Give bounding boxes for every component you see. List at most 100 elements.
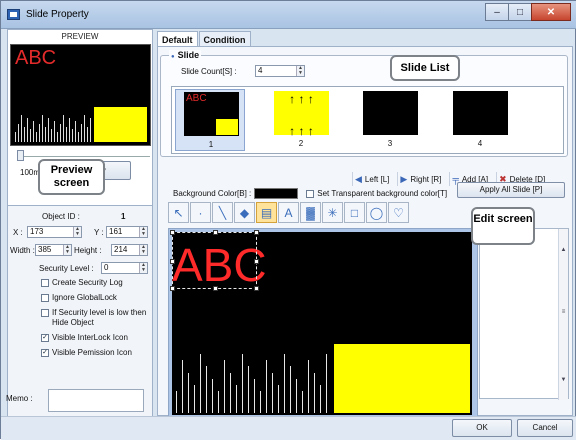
slide-thumb-3[interactable]: 3 (355, 89, 425, 151)
decorative-bar (290, 366, 291, 413)
resize-handle[interactable] (254, 230, 259, 235)
slide-thumb-1[interactable]: ABC 1 (175, 89, 245, 151)
canvas-yellow-rect[interactable] (334, 344, 470, 413)
maximize-button[interactable]: □ (508, 3, 532, 21)
object-properties-panel: Object ID : 1 X : 173 ▲ ▼ Y : 161 ▲ ▼ Width … (7, 205, 153, 417)
ellipse-tool-icon[interactable]: ◯ (366, 202, 387, 223)
arrow-icons-bottom: ↑ ↑ ↑ (289, 124, 314, 138)
security-level-input[interactable]: 0 ▲ ▼ (101, 262, 148, 274)
visible-interlock-label: Visible InterLock Icon (52, 333, 128, 342)
arrow-icons-top: ↑ ↑ ↑ (289, 92, 314, 106)
tab-default[interactable]: Default (157, 31, 198, 47)
visible-permission-option[interactable]: ✓ Visible Pemission Icon (41, 348, 132, 357)
ok-button[interactable]: OK (452, 419, 512, 437)
resize-handle[interactable] (213, 286, 218, 291)
memo-input[interactable] (48, 389, 144, 412)
decorative-bar (326, 354, 327, 413)
checkbox-visible-interlock[interactable]: ✓ (41, 334, 49, 342)
scroll-grip-icon[interactable]: ≡ (559, 309, 568, 315)
height-input[interactable]: 214 ▲ ▼ (111, 244, 148, 256)
decorative-bar (260, 391, 261, 413)
y-spin-arrows[interactable]: ▲ ▼ (139, 227, 147, 237)
decorative-bar (212, 379, 213, 413)
resize-handle[interactable] (254, 259, 259, 264)
move-left-button[interactable]: ◀ Left [L] (352, 172, 391, 186)
chart-tool-icon[interactable]: ▓ (300, 202, 321, 223)
decorative-bar (54, 121, 55, 142)
text-tool-icon[interactable]: A (278, 202, 299, 223)
checkbox-visible-permission[interactable]: ✓ (41, 349, 49, 357)
width-spin-arrows[interactable]: ▲ ▼ (63, 245, 71, 255)
pointer-tool-icon[interactable]: ↖ (168, 202, 189, 223)
dot-tool-icon[interactable]: · (190, 202, 211, 223)
hide-object-option[interactable]: If Security level is low then Hide Objec… (41, 308, 149, 328)
height-spin-arrows[interactable]: ▲ ▼ (139, 245, 147, 255)
decorative-bar (302, 391, 303, 413)
transparent-background-checkbox[interactable] (306, 190, 315, 198)
ignore-globallock-option[interactable]: Ignore GlobalLock (41, 293, 117, 302)
scroll-down-icon[interactable]: ▼ (559, 377, 568, 383)
checkbox-hide-object[interactable] (41, 309, 49, 317)
background-color-label: Background Color[B] : (173, 189, 252, 198)
create-security-log-option[interactable]: Create Security Log (41, 278, 123, 287)
decorative-bar (81, 124, 82, 142)
decorative-bar (87, 127, 88, 142)
selection-rectangle[interactable] (170, 230, 259, 291)
tab-condition[interactable]: Condition (198, 31, 251, 47)
decorative-bar (21, 115, 22, 142)
resize-handle[interactable] (254, 286, 259, 291)
title-bar: Slide Property – □ ✕ (1, 1, 576, 29)
hide-object-label: If Security level is low then Hide Objec… (52, 308, 147, 327)
edit-canvas-area: ABC (168, 228, 478, 418)
slide-list-callout-text: Slide List (400, 62, 450, 74)
close-button[interactable]: ✕ (531, 3, 571, 21)
slide-thumb-2[interactable]: ↑ ↑ ↑ ↑ ↑ ↑ 2 (266, 89, 336, 151)
decorative-bar (36, 132, 37, 142)
decorative-bar (188, 373, 189, 413)
x-input[interactable]: 173 ▲ ▼ (27, 226, 82, 238)
slide-thumb-4[interactable]: 4 (445, 89, 515, 151)
visible-interlock-option[interactable]: ✓ Visible InterLock Icon (41, 333, 128, 342)
security-level-value: 0 (104, 263, 109, 272)
cancel-button[interactable]: Cancel (517, 419, 573, 437)
resize-handle[interactable] (170, 286, 175, 291)
interval-slider-track[interactable] (20, 156, 150, 157)
minimize-button[interactable]: – (485, 3, 509, 21)
checkbox-ignore-globallock[interactable] (41, 294, 49, 302)
x-spin-arrows[interactable]: ▲ ▼ (73, 227, 81, 237)
interval-slider-thumb[interactable] (17, 150, 24, 161)
decorative-bar (218, 391, 219, 413)
scroll-up-icon[interactable]: ▲ (559, 247, 568, 253)
rectangle-tool-icon[interactable]: □ (344, 202, 365, 223)
slide-count-spin-arrows[interactable]: ▲ ▼ (296, 66, 304, 76)
polygon-tool-icon[interactable]: ♡ (388, 202, 409, 223)
resize-handle[interactable] (170, 259, 175, 264)
apply-all-slide-button[interactable]: Apply All Slide [P] (457, 182, 565, 198)
width-input[interactable]: 385 ▲ ▼ (35, 244, 72, 256)
decorative-bar (27, 118, 28, 142)
slide-thumb-1-image: ABC (184, 92, 239, 136)
decorative-bar (320, 385, 321, 413)
background-color-swatch[interactable] (254, 188, 299, 199)
resize-handle[interactable] (213, 230, 218, 235)
width-value: 385 (38, 245, 52, 254)
security-spin-arrows[interactable]: ▲ ▼ (139, 263, 147, 273)
line-tool-icon[interactable]: ╲ (212, 202, 233, 223)
decorative-bar (314, 373, 315, 413)
fill-tool-icon[interactable]: ◆ (234, 202, 255, 223)
thumb-abc-text: ABC (186, 93, 207, 104)
y-input[interactable]: 161 ▲ ▼ (106, 226, 148, 238)
slide-list: ABC 1 ↑ ↑ ↑ ↑ ↑ ↑ 2 3 4 (171, 86, 564, 154)
checkbox-create-security-log[interactable] (41, 279, 49, 287)
resize-handle[interactable] (170, 230, 175, 235)
edit-canvas[interactable]: ABC (170, 230, 472, 415)
image-tool-icon[interactable]: ▤ (256, 202, 277, 223)
move-right-button[interactable]: ▶ Right [R] (397, 172, 443, 186)
slide-count-input[interactable]: 4 ▲ ▼ (255, 65, 305, 77)
pattern-tool-icon[interactable]: ✳ (322, 202, 343, 223)
create-security-log-label: Create Security Log (52, 278, 123, 287)
object-list-scrollbar[interactable]: ▲ ≡ ▼ (558, 229, 568, 400)
decorative-bar (24, 127, 25, 142)
decorative-bar (194, 385, 195, 413)
slide-count-value: 4 (258, 66, 263, 75)
